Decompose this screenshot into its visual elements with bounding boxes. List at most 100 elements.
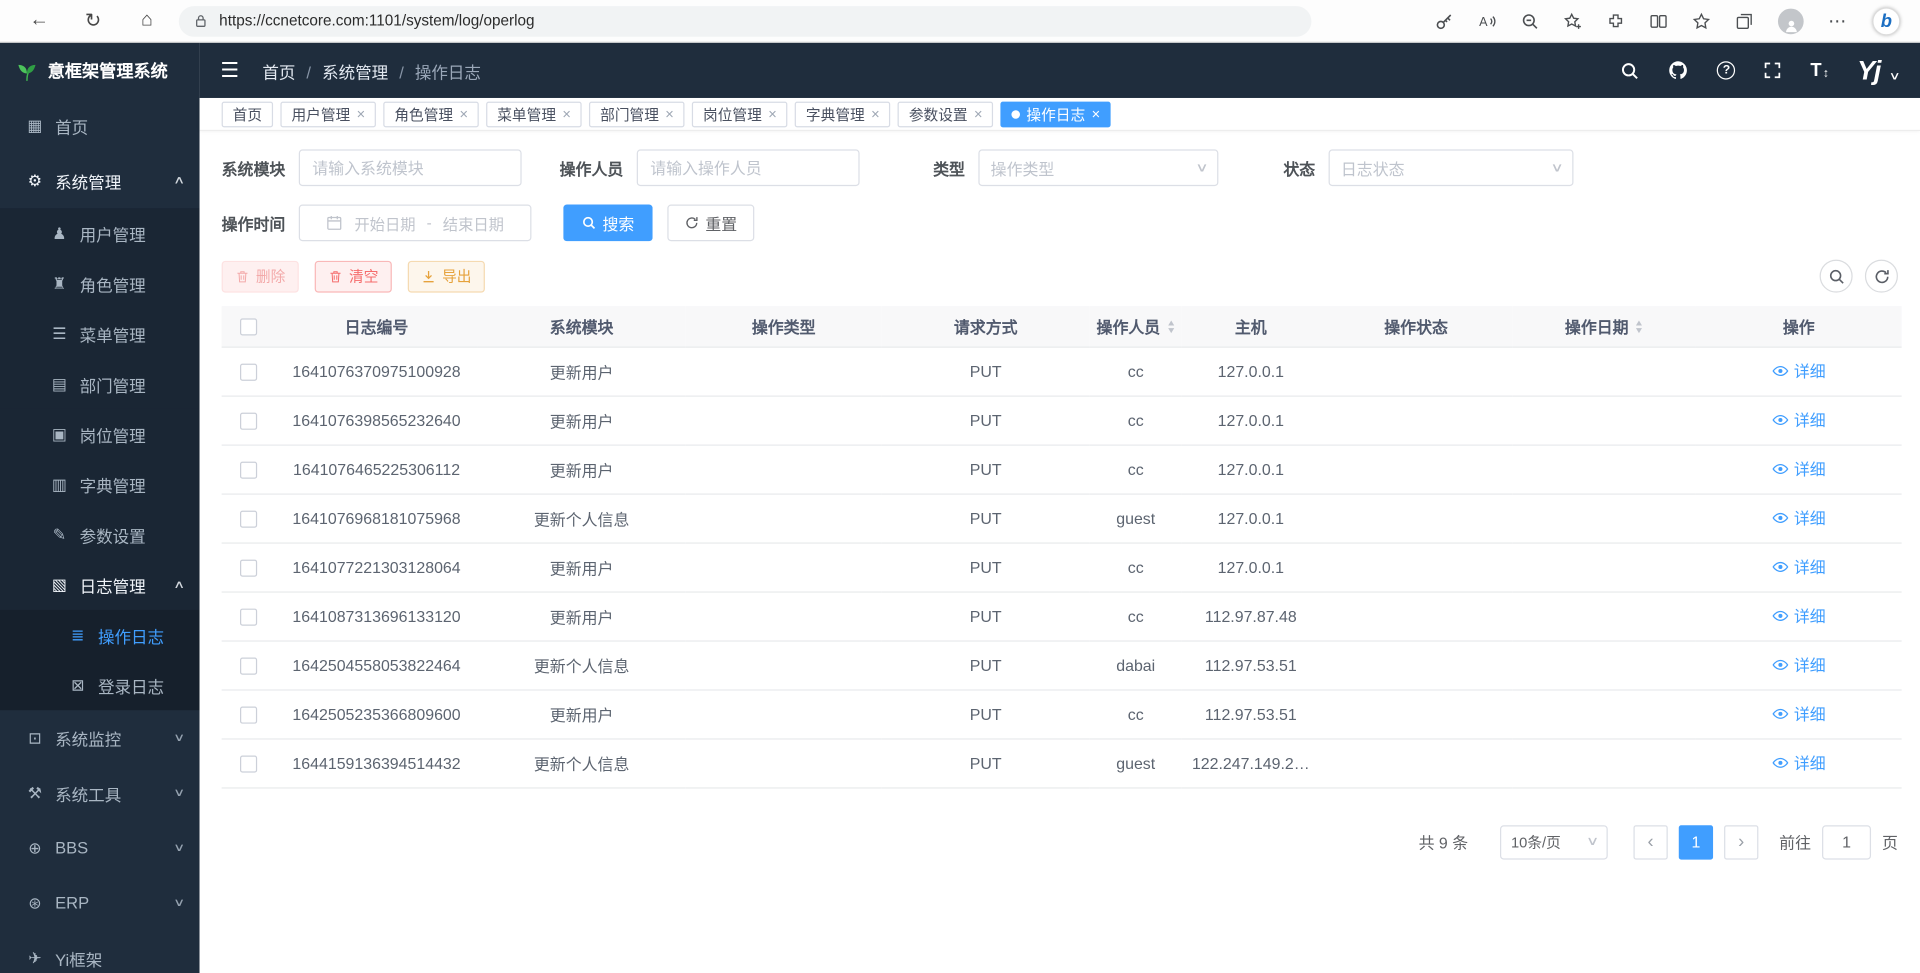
bing-icon[interactable]: b (1872, 7, 1900, 35)
host-cell: 127.0.0.1 (1182, 542, 1320, 591)
tab[interactable]: 首页 (222, 101, 273, 127)
sidebar-item[interactable]: ▦ 首页 (0, 98, 200, 153)
toggle-search-button[interactable] (1820, 260, 1853, 293)
yj-logo[interactable]: Yj (1857, 54, 1880, 86)
page-size-select[interactable]: 10条/页 ∨ (1500, 825, 1608, 859)
font-size-icon[interactable]: T↕ (1810, 60, 1829, 81)
next-page-button[interactable]: › (1724, 825, 1758, 859)
sidebar-item[interactable]: ▥ 字典管理 (0, 459, 200, 509)
row-checkbox[interactable] (240, 510, 257, 527)
address-bar[interactable]: https://ccnetcore.com:1101/system/log/op… (179, 6, 1312, 37)
sidebar-item[interactable]: ▧ 日志管理 ∧ (0, 560, 200, 610)
zoom-out-icon[interactable] (1521, 12, 1539, 30)
sidebar-item[interactable]: ⊠ 登录日志 (0, 660, 200, 710)
sidebar-item[interactable]: ♜ 角色管理 (0, 258, 200, 308)
sort-icons[interactable]: ▲▼ (1166, 321, 1174, 336)
collapse-menu-icon[interactable]: ☰ (220, 58, 239, 82)
tab[interactable]: 菜单管理 × (486, 101, 582, 127)
detail-link[interactable]: 详细 (1772, 457, 1826, 480)
add-favorite-icon[interactable] (1564, 12, 1582, 30)
current-page-button[interactable]: 1 (1679, 825, 1713, 859)
status-select[interactable]: 日志状态 ∨ (1329, 149, 1574, 186)
detail-link[interactable]: 详细 (1772, 751, 1826, 774)
tab[interactable]: 操作日志 × (1001, 101, 1111, 127)
detail-link[interactable]: 详细 (1772, 359, 1826, 382)
sidebar-item[interactable]: ▣ 岗位管理 (0, 409, 200, 459)
row-checkbox[interactable] (240, 657, 257, 674)
row-checkbox[interactable] (240, 755, 257, 772)
select-all-checkbox[interactable] (240, 318, 257, 335)
module-input[interactable] (299, 149, 522, 186)
close-tab-icon[interactable]: × (1091, 107, 1100, 122)
sidebar-item[interactable]: ⊕ BBS ∨ (0, 820, 200, 875)
tab[interactable]: 字典管理 × (795, 101, 891, 127)
help-icon[interactable]: ? (1717, 61, 1735, 79)
sort-icons[interactable]: ▲▼ (1635, 321, 1643, 336)
breadcrumb-item[interactable]: 操作日志 (415, 58, 481, 82)
sidebar-item[interactable]: ≣ 操作日志 (0, 610, 200, 660)
row-checkbox[interactable] (240, 608, 257, 625)
close-tab-icon[interactable]: × (356, 107, 365, 122)
sidebar-item[interactable]: ▤ 部门管理 (0, 359, 200, 409)
sidebar-item[interactable]: ⊛ ERP ∨ (0, 876, 200, 931)
more-options-icon[interactable]: ⋯ (1828, 10, 1848, 32)
sidebar-item[interactable]: ⊡ 系统监控 ∨ (0, 710, 200, 765)
read-aloud-icon[interactable]: A (1478, 12, 1496, 30)
refresh-table-button[interactable] (1865, 260, 1898, 293)
close-tab-icon[interactable]: × (974, 107, 983, 122)
search-button[interactable]: 搜索 (563, 204, 652, 241)
reload-icon[interactable]: ↻ (66, 9, 120, 33)
collections-icon[interactable] (1735, 12, 1753, 30)
clear-button[interactable]: 清空 (315, 260, 392, 292)
prev-page-button[interactable]: ‹ (1633, 825, 1667, 859)
close-tab-icon[interactable]: × (665, 107, 674, 122)
row-checkbox[interactable] (240, 412, 257, 429)
browser-home-icon[interactable]: ⌂ (120, 10, 174, 32)
export-button[interactable]: 导出 (408, 260, 485, 292)
search-icon[interactable] (1621, 61, 1641, 81)
back-icon[interactable]: ← (12, 10, 66, 32)
split-screen-icon[interactable] (1649, 12, 1667, 30)
tab[interactable]: 参数设置 × (898, 101, 994, 127)
date-range-input[interactable]: 开始日期 - 结束日期 (299, 204, 532, 241)
goto-page-input[interactable]: 1 (1822, 825, 1871, 859)
github-icon[interactable] (1668, 60, 1689, 81)
tab[interactable]: 部门管理 × (589, 101, 685, 127)
row-checkbox[interactable] (240, 559, 257, 576)
trash-icon (235, 269, 250, 284)
favorites-icon[interactable] (1692, 12, 1710, 30)
row-checkbox[interactable] (240, 706, 257, 723)
tab[interactable]: 角色管理 × (383, 101, 479, 127)
detail-link[interactable]: 详细 (1772, 408, 1826, 431)
profile-avatar[interactable] (1778, 8, 1804, 34)
row-checkbox[interactable] (240, 461, 257, 478)
tab[interactable]: 岗位管理 × (692, 101, 788, 127)
sidebar-item[interactable]: ⚙ 系统管理 ∧ (0, 153, 200, 208)
close-tab-icon[interactable]: × (768, 107, 777, 122)
password-key-icon[interactable] (1435, 12, 1453, 30)
sidebar-item[interactable]: ✈ Yi框架 (0, 931, 200, 973)
sidebar-item[interactable]: ⚒ 系统工具 ∨ (0, 765, 200, 820)
sidebar-item[interactable]: ☰ 菜单管理 (0, 309, 200, 359)
reset-button[interactable]: 重置 (667, 204, 754, 241)
type-select[interactable]: 操作类型 ∨ (978, 149, 1218, 186)
row-checkbox[interactable] (240, 363, 257, 380)
chevron-down-icon[interactable]: ∨ (1889, 69, 1901, 82)
delete-button[interactable]: 删除 (222, 260, 299, 292)
detail-link[interactable]: 详细 (1772, 555, 1826, 578)
operator-input[interactable] (637, 149, 860, 186)
fullscreen-icon[interactable] (1764, 61, 1782, 79)
detail-link[interactable]: 详细 (1772, 506, 1826, 529)
close-tab-icon[interactable]: × (459, 107, 468, 122)
sidebar-item[interactable]: ✎ 参数设置 (0, 509, 200, 559)
sidebar-item[interactable]: ♟ 用户管理 (0, 208, 200, 258)
breadcrumb-item[interactable]: 系统管理 (322, 58, 415, 82)
close-tab-icon[interactable]: × (562, 107, 571, 122)
detail-link[interactable]: 详细 (1772, 604, 1826, 627)
detail-link[interactable]: 详细 (1772, 653, 1826, 676)
detail-link[interactable]: 详细 (1772, 702, 1826, 725)
tab[interactable]: 用户管理 × (280, 101, 376, 127)
extensions-icon[interactable] (1607, 12, 1625, 30)
breadcrumb-item[interactable]: 首页 (262, 58, 322, 82)
close-tab-icon[interactable]: × (871, 107, 880, 122)
